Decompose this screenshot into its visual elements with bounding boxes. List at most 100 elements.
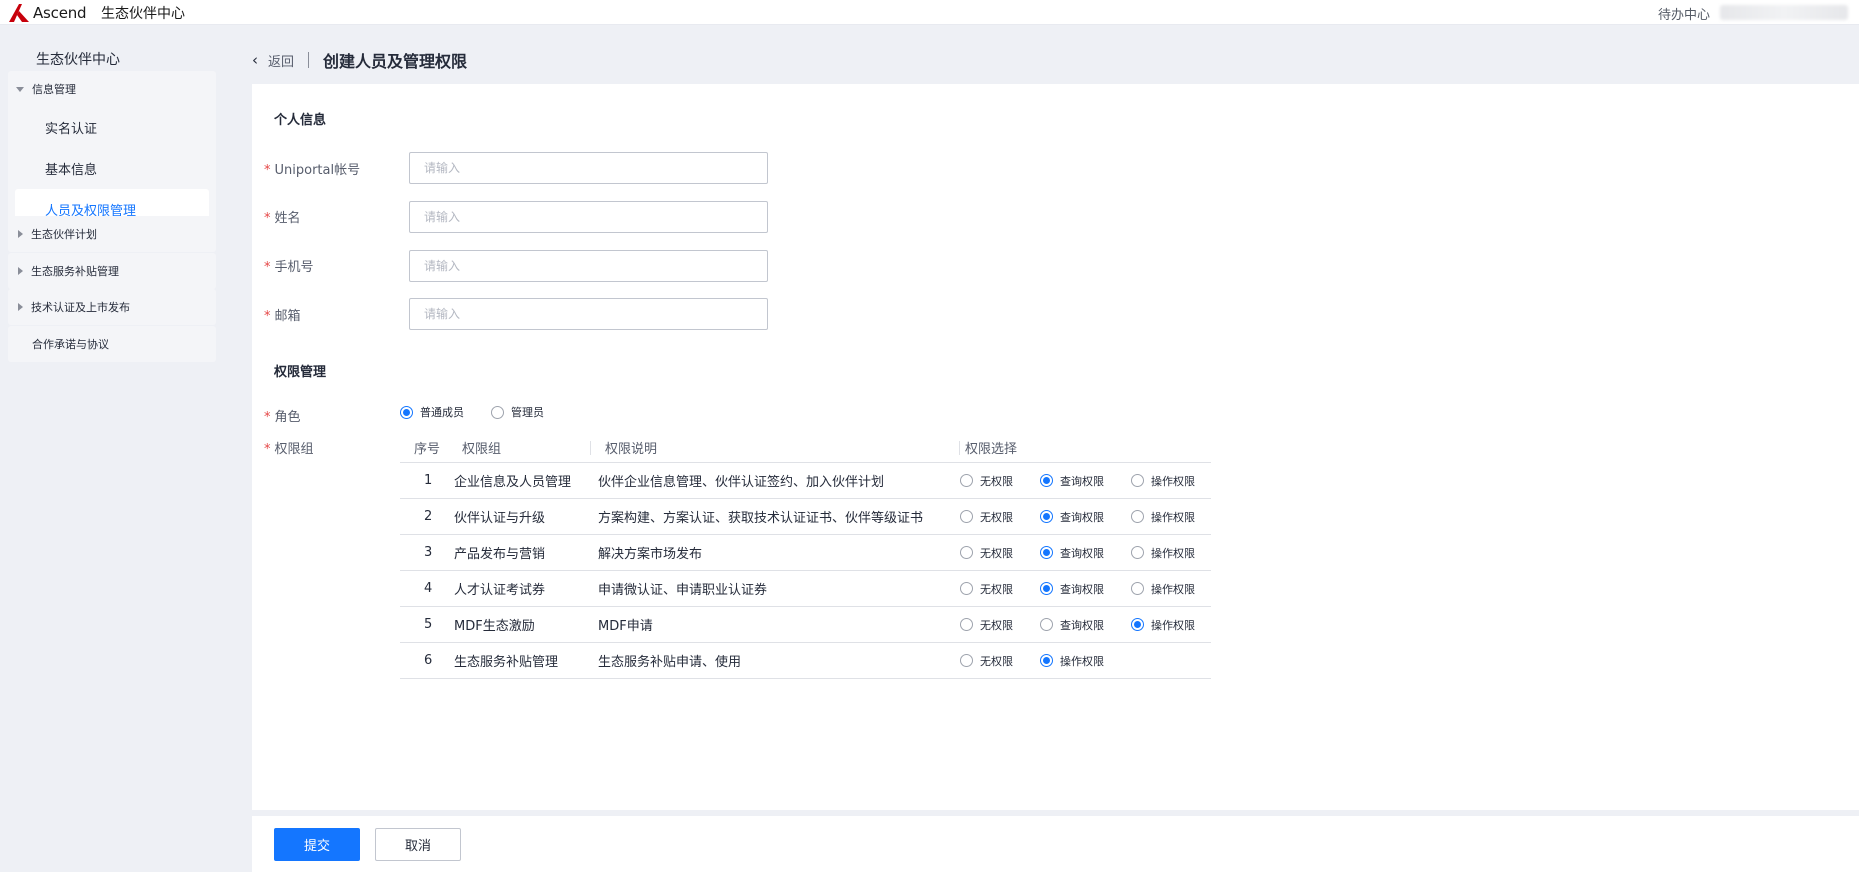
radio-unchecked-icon[interactable]	[491, 405, 504, 419]
row-number: 3	[424, 545, 433, 560]
chevron-down-icon	[16, 86, 24, 92]
field-label-role: * 角色	[264, 410, 301, 425]
permission-option[interactable]: 查询权限	[1040, 463, 1104, 498]
table-header-row: 序号 权限组 权限说明 权限选择	[400, 433, 1211, 463]
permission-option[interactable]: 查询权限	[1040, 607, 1104, 642]
chevron-left-icon[interactable]: ‹	[252, 51, 258, 69]
chevron-right-icon	[18, 230, 23, 238]
permission-option[interactable]: 操作权限	[1131, 607, 1195, 642]
radio-unchecked-icon[interactable]	[960, 582, 973, 595]
table-row: 5 MDF生态激励 MDF申请 无权限 查询权限 操作权限	[400, 607, 1211, 643]
sidebar-group-subsidy[interactable]: 生态服务补贴管理	[8, 253, 216, 289]
radio-checked-icon[interactable]	[1040, 510, 1053, 523]
name-input[interactable]	[409, 201, 768, 233]
permission-option[interactable]: 查询权限	[1040, 571, 1104, 606]
permission-option[interactable]: 无权限	[960, 571, 1013, 606]
sidebar-group-label: 信息管理	[32, 83, 76, 96]
permission-description: 解决方案市场发布	[598, 547, 703, 562]
phone-input[interactable]	[409, 250, 768, 282]
permission-option[interactable]: 无权限	[960, 607, 1013, 642]
permission-option[interactable]: 操作权限	[1131, 499, 1195, 534]
column-header-desc: 权限说明	[605, 442, 658, 457]
permission-description: MDF申请	[598, 619, 653, 634]
form-card: 个人信息 *Uniportal帐号 *姓名 *手机号 *邮箱 权限管理 *角色 …	[252, 84, 1859, 810]
permission-group-name: 产品发布与营销	[454, 547, 546, 562]
radio-unchecked-icon[interactable]	[960, 474, 973, 487]
required-mark: *	[264, 309, 271, 324]
sidebar-group-agreement[interactable]: 合作承诺与协议	[8, 326, 216, 362]
permission-option[interactable]: 无权限	[960, 463, 1013, 498]
sidebar-group-partner-plan[interactable]: 生态伙伴计划	[8, 216, 216, 252]
radio-unchecked-icon[interactable]	[1131, 474, 1144, 487]
required-mark: *	[264, 442, 271, 457]
permission-option[interactable]: 操作权限	[1131, 535, 1195, 570]
uniportal-account-input[interactable]	[409, 152, 768, 184]
sidebar: 生态伙伴中心 信息管理 实名认证 基本信息 人员及权限管理 生态伙伴计划 生态服…	[0, 25, 224, 872]
permission-option[interactable]: 无权限	[960, 499, 1013, 534]
column-divider	[959, 441, 960, 455]
sidebar-group-label: 生态伙伴计划	[31, 228, 97, 241]
radio-unchecked-icon[interactable]	[1131, 582, 1144, 595]
permission-option[interactable]: 查询权限	[1040, 499, 1104, 534]
field-label-uniportal: * Uniportal帐号	[264, 163, 361, 178]
permission-option-label: 查询权限	[1060, 510, 1104, 524]
column-header-group: 权限组	[462, 442, 502, 457]
ascend-logo[interactable]: Ascend	[8, 3, 87, 23]
permission-option-label: 无权限	[980, 654, 1013, 668]
column-header-no: 序号	[414, 442, 441, 457]
radio-checked-icon[interactable]	[1040, 474, 1053, 487]
submit-button[interactable]: 提交	[274, 828, 360, 861]
app-title[interactable]: 生态伙伴中心	[101, 3, 185, 23]
column-divider	[590, 441, 591, 455]
radio-unchecked-icon[interactable]	[960, 510, 973, 523]
sidebar-item-basic-info[interactable]: 基本信息	[15, 148, 209, 189]
page-title: 创建人员及管理权限	[323, 52, 468, 71]
permission-description: 申请微认证、申请职业认证券	[598, 583, 768, 598]
divider	[308, 52, 310, 68]
user-account[interactable]	[1720, 5, 1848, 20]
radio-checked-icon[interactable]	[1040, 546, 1053, 559]
row-number: 2	[424, 509, 433, 524]
radio-unchecked-icon[interactable]	[1131, 510, 1144, 523]
back-link[interactable]: 返回	[268, 51, 294, 70]
radio-unchecked-icon[interactable]	[960, 618, 973, 631]
permission-option[interactable]: 无权限	[960, 643, 1013, 678]
permission-option[interactable]: 查询权限	[1040, 535, 1104, 570]
todo-center-link[interactable]: 待办中心	[1658, 4, 1710, 23]
permission-option[interactable]: 操作权限	[1131, 571, 1195, 606]
radio-unchecked-icon[interactable]	[960, 546, 973, 559]
radio-unchecked-icon[interactable]	[1040, 618, 1053, 631]
permission-option[interactable]: 操作权限	[1131, 463, 1195, 498]
role-option-member[interactable]: 普通成员	[400, 404, 464, 420]
radio-unchecked-icon[interactable]	[960, 654, 973, 667]
permission-option-label: 无权限	[980, 510, 1013, 524]
sidebar-group-tech-certification[interactable]: 技术认证及上市发布	[8, 289, 216, 325]
permission-option[interactable]: 操作权限	[1040, 643, 1104, 678]
sidebar-group-label: 技术认证及上市发布	[31, 301, 130, 314]
breadcrumb: ‹ 返回 创建人员及管理权限	[252, 48, 467, 72]
email-input[interactable]	[409, 298, 768, 330]
permission-table: 序号 权限组 权限说明 权限选择 1 企业信息及人员管理 伙伴企业信息管理、伙伴认证…	[400, 433, 1211, 679]
section-title-personal-info: 个人信息	[274, 113, 327, 128]
permission-group-name: MDF生态激励	[454, 619, 535, 634]
permission-option-label: 操作权限	[1060, 654, 1104, 668]
table-row: 6 生态服务补贴管理 生态服务补贴申请、使用 无权限 操作权限	[400, 643, 1211, 679]
sidebar-group-info-management: 信息管理 实名认证 基本信息 人员及权限管理	[8, 71, 216, 233]
sidebar-item-real-name-auth[interactable]: 实名认证	[15, 107, 209, 148]
radio-checked-icon[interactable]	[400, 405, 413, 419]
row-number: 4	[424, 581, 433, 596]
radio-checked-icon[interactable]	[1040, 654, 1053, 667]
field-label-name: * 姓名	[264, 211, 301, 226]
radio-checked-icon[interactable]	[1040, 582, 1053, 595]
radio-checked-icon[interactable]	[1131, 618, 1144, 631]
ascend-logo-icon	[9, 4, 29, 22]
role-option-admin[interactable]: 管理员	[491, 404, 544, 420]
permission-group-name: 企业信息及人员管理	[454, 475, 572, 490]
cancel-button[interactable]: 取消	[375, 828, 461, 861]
permission-option[interactable]: 无权限	[960, 535, 1013, 570]
permission-option-label: 无权限	[980, 618, 1013, 632]
sidebar-group-header-info-management[interactable]: 信息管理	[8, 71, 216, 107]
row-number: 5	[424, 617, 433, 632]
radio-unchecked-icon[interactable]	[1131, 546, 1144, 559]
logo-text: Ascend	[33, 4, 87, 22]
